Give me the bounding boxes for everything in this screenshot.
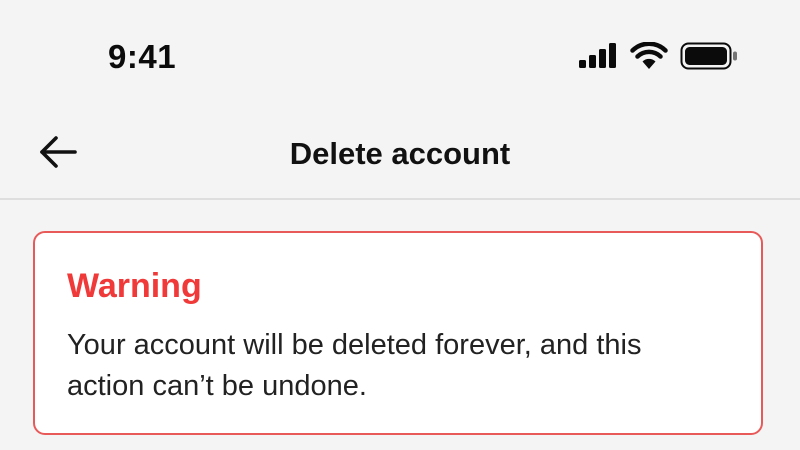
status-icons bbox=[578, 41, 738, 75]
warning-title: Warning bbox=[67, 267, 202, 305]
navigation-bar: Delete account bbox=[0, 110, 800, 200]
status-bar: 9:41 bbox=[0, 0, 800, 110]
delete-account-screen: 9:41 Delete account Warning Your account… bbox=[0, 0, 800, 450]
page-title: Delete account bbox=[289, 136, 511, 171]
cellular-signal-icon bbox=[578, 43, 618, 74]
status-time: 9:41 bbox=[108, 38, 177, 75]
warning-card: Warning Your account will be deleted for… bbox=[33, 231, 763, 435]
wifi-icon bbox=[630, 41, 668, 75]
battery-icon bbox=[680, 42, 738, 75]
warning-message: Your account will be deleted forever, an… bbox=[67, 329, 642, 402]
